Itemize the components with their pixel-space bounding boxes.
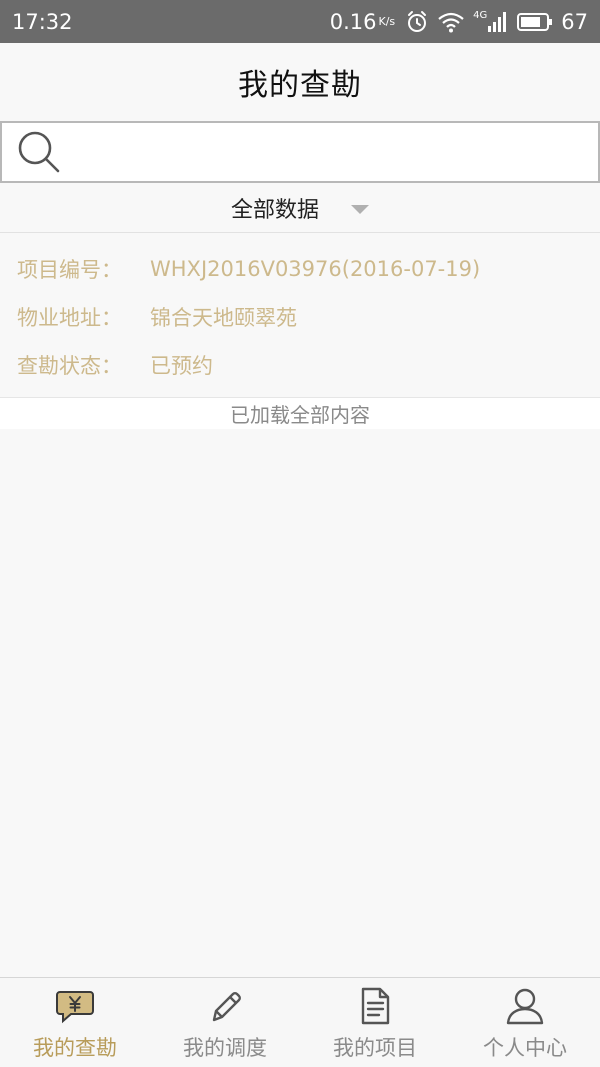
list-end-footer: 已加载全部内容 <box>0 398 600 429</box>
property-address-label: 物业地址： <box>17 306 122 330</box>
yuan-chat-icon <box>56 991 94 1024</box>
status-bar: 17:32 0.16 K/s 4G 67 <box>0 0 600 43</box>
record-row-project: 项目编号： WHXJ2016V03976(2016-07-19) <box>17 249 480 289</box>
tab-label: 我的调度 <box>183 1036 267 1060</box>
person-icon <box>506 988 544 1025</box>
wifi-icon <box>438 12 464 32</box>
alarm-clock-icon <box>408 10 427 32</box>
survey-status-value: 已预约 <box>150 354 213 378</box>
filter-dropdown[interactable]: 全部数据 <box>0 183 600 233</box>
pencil-icon <box>212 992 241 1022</box>
signal-group: 4G <box>473 9 509 33</box>
tab-label: 我的项目 <box>333 1036 417 1060</box>
status-time: 17:32 <box>12 9 73 34</box>
signal-bars-icon <box>488 11 507 32</box>
tab-label: 个人中心 <box>483 1036 567 1060</box>
project-number-label: 项目编号： <box>17 258 122 282</box>
record-row-address: 物业地址： 锦合天地颐翠苑 <box>17 297 297 337</box>
project-number-value: WHXJ2016V03976(2016-07-19) <box>150 257 481 281</box>
search-icon[interactable] <box>14 127 64 177</box>
bottom-tab-bar: 我的查勘 我的调度 我的项目 个人中心 <box>0 977 600 1067</box>
survey-status-label: 查勘状态： <box>17 354 122 378</box>
filter-selected-label: 全部数据 <box>230 197 319 223</box>
page-title: 我的查勘 <box>238 67 362 103</box>
battery-level: 67 <box>561 9 588 34</box>
status-indicators: 0.16 K/s 4G 67 <box>330 10 588 34</box>
tab-personal-center[interactable]: 个人中心 <box>450 978 600 1067</box>
record-row-status: 查勘状态： 已预约 <box>17 345 213 385</box>
all-loaded-message: 已加载全部内容 <box>230 403 370 427</box>
search-input[interactable] <box>64 123 598 181</box>
network-speed-unit: K/s <box>378 15 396 28</box>
tab-my-dispatch[interactable]: 我的调度 <box>150 978 300 1067</box>
survey-record-item[interactable]: 项目编号： WHXJ2016V03976(2016-07-19) 物业地址： 锦… <box>0 244 600 396</box>
battery-icon <box>517 12 553 31</box>
dropdown-arrow-icon <box>351 204 369 214</box>
search-box[interactable] <box>0 121 600 183</box>
property-address-value: 锦合天地颐翠苑 <box>150 306 297 330</box>
tab-label: 我的查勘 <box>33 1036 117 1060</box>
tab-my-projects[interactable]: 我的项目 <box>300 978 450 1067</box>
document-icon <box>361 987 390 1025</box>
title-bar: 我的查勘 <box>0 43 600 120</box>
network-type: 4G <box>473 9 488 21</box>
network-speed: 0.16 <box>329 9 377 34</box>
tab-my-survey[interactable]: 我的查勘 <box>0 978 150 1067</box>
